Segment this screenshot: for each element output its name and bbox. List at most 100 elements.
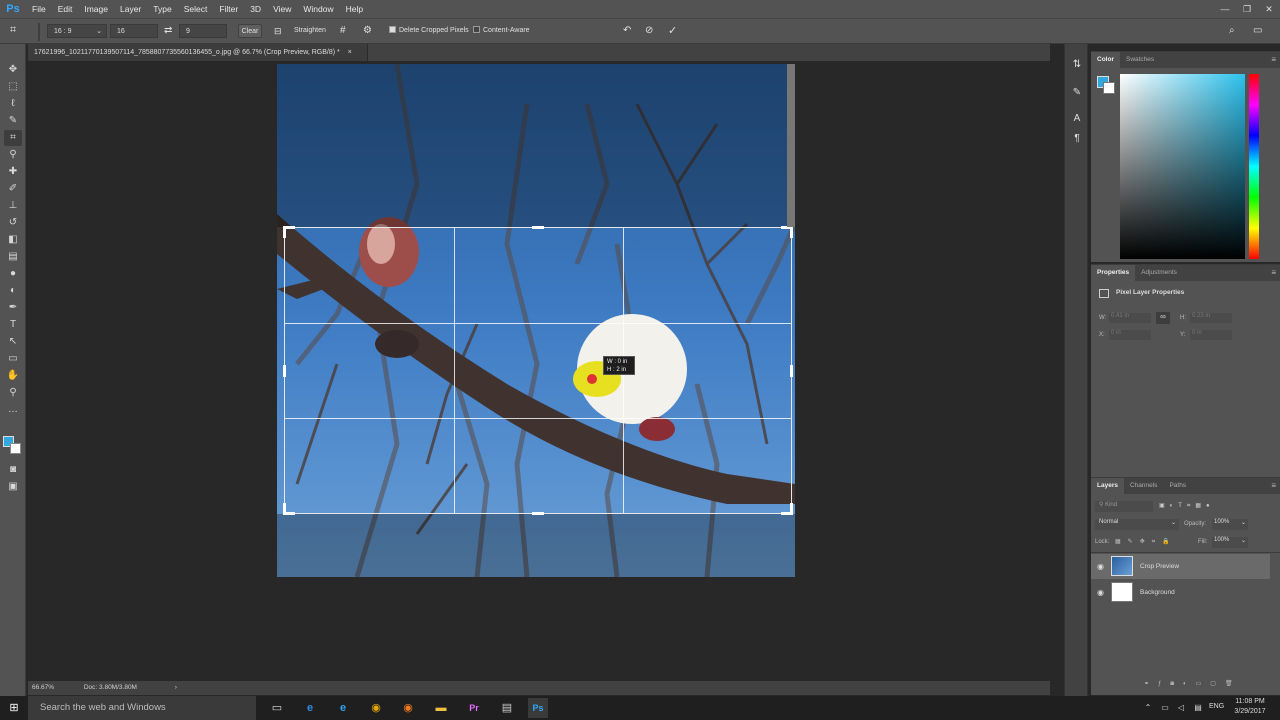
brush-panel-icon[interactable]: ✎ bbox=[1070, 86, 1084, 100]
eyedropper-tool-icon[interactable]: ⚲ bbox=[4, 147, 22, 163]
tab-paths[interactable]: Paths bbox=[1163, 478, 1192, 494]
link-icon[interactable]: ∞ bbox=[1156, 312, 1170, 324]
blur-tool-icon[interactable]: ● bbox=[4, 266, 22, 282]
dodge-tool-icon[interactable]: ◐ bbox=[4, 283, 22, 299]
task-view-icon[interactable]: ▭ bbox=[267, 698, 287, 718]
menu-filter[interactable]: Filter bbox=[213, 0, 244, 18]
notification-icon[interactable]: ▤ bbox=[1188, 698, 1208, 718]
character-panel-icon[interactable]: A bbox=[1070, 112, 1084, 126]
tab-swatches[interactable]: Swatches bbox=[1120, 52, 1160, 68]
crop-handle-top-left[interactable] bbox=[283, 226, 295, 238]
fill-field[interactable]: 100% ⌄ bbox=[1212, 537, 1248, 548]
content-aware-checkbox[interactable]: Content-Aware bbox=[473, 24, 533, 38]
pen-tool-icon[interactable]: ✒ bbox=[4, 300, 22, 316]
straighten-label[interactable]: Straighten bbox=[294, 24, 334, 38]
checkbox-icon[interactable] bbox=[473, 26, 480, 33]
crop-handle-bottom[interactable] bbox=[532, 512, 544, 515]
menu-file[interactable]: File bbox=[26, 0, 52, 18]
layer-filter-kind[interactable]: ⚲ Kind bbox=[1095, 501, 1153, 512]
hand-tool-icon[interactable]: ✋ bbox=[4, 368, 22, 384]
chrome-icon[interactable]: ◉ bbox=[366, 698, 386, 718]
workspace-icon[interactable]: ▭ bbox=[1253, 24, 1265, 38]
swap-icon[interactable]: ⇄ bbox=[164, 24, 176, 38]
panel-menu-icon[interactable]: ≡ bbox=[1271, 55, 1276, 64]
crop-handle-bottom-left[interactable] bbox=[283, 503, 295, 515]
brush-tool-icon[interactable]: ✐ bbox=[4, 181, 22, 197]
menu-type[interactable]: Type bbox=[147, 0, 177, 18]
straighten-icon[interactable]: ⊟ bbox=[274, 24, 286, 38]
tab-adjustments[interactable]: Adjustments bbox=[1135, 265, 1183, 281]
y-field[interactable]: 0 in bbox=[1190, 330, 1232, 340]
gradient-tool-icon[interactable]: ▤ bbox=[4, 249, 22, 265]
color-field[interactable] bbox=[1120, 74, 1245, 259]
reset-icon[interactable]: ↶ bbox=[623, 24, 635, 38]
hue-slider[interactable] bbox=[1249, 74, 1259, 259]
blend-mode-select[interactable]: Normal ⌄ bbox=[1095, 519, 1179, 530]
menu-3d[interactable]: 3D bbox=[244, 0, 267, 18]
quick-mask-icon[interactable]: ◙ bbox=[4, 462, 22, 478]
layer-actions-bar[interactable]: ⚭ƒ◙◐▭▢🗑 bbox=[1144, 680, 1242, 687]
menu-window[interactable]: Window bbox=[297, 0, 339, 18]
photoshop-taskbar-icon[interactable]: Ps bbox=[528, 698, 548, 718]
background-color-swatch[interactable] bbox=[1103, 82, 1115, 94]
delete-cropped-checkbox[interactable]: Delete Cropped Pixels bbox=[389, 24, 469, 38]
width-field[interactable]: 16 bbox=[110, 24, 158, 38]
ratio-select[interactable]: 16 : 9 ⌄ bbox=[47, 24, 107, 38]
tab-channels[interactable]: Channels bbox=[1124, 478, 1163, 494]
tab-layers[interactable]: Layers bbox=[1091, 478, 1124, 494]
history-brush-icon[interactable]: ↺ bbox=[4, 215, 22, 231]
close-icon[interactable]: ✕ bbox=[1258, 0, 1280, 18]
crop-tool-icon[interactable]: ⌗ bbox=[10, 23, 26, 37]
crop-handle-top[interactable] bbox=[532, 226, 544, 229]
status-menu-icon[interactable]: › bbox=[175, 684, 177, 691]
panel-menu-icon[interactable]: ≡ bbox=[1271, 268, 1276, 277]
menu-select[interactable]: Select bbox=[178, 0, 214, 18]
app-icon[interactable]: ▤ bbox=[497, 698, 517, 718]
search-icon[interactable]: ⌕ bbox=[1229, 24, 1241, 38]
marquee-tool-icon[interactable]: ⬚ bbox=[4, 79, 22, 95]
taskbar-search-box[interactable]: Search the web and Windows bbox=[28, 696, 256, 720]
commit-icon[interactable]: ✓ bbox=[668, 24, 680, 38]
overlay-grid-icon[interactable]: # bbox=[340, 24, 352, 38]
clock[interactable]: 11:08 PM 3/29/2017 bbox=[1230, 697, 1270, 717]
crop-handle-right[interactable] bbox=[790, 365, 793, 377]
menu-layer[interactable]: Layer bbox=[114, 0, 147, 18]
more-tools-icon[interactable]: … bbox=[4, 402, 22, 418]
height-field[interactable]: 9 bbox=[179, 24, 227, 38]
document-tab[interactable]: 17621996_10211770139507114_7858807735560… bbox=[28, 44, 368, 61]
internet-explorer-icon[interactable]: e bbox=[333, 698, 353, 718]
windows-start-icon[interactable]: ⊞ bbox=[4, 698, 24, 718]
screen-mode-icon[interactable]: ▣ bbox=[4, 479, 22, 495]
tab-color[interactable]: Color bbox=[1091, 52, 1120, 68]
zoom-level[interactable]: 66.67% bbox=[32, 684, 54, 691]
move-tool-icon[interactable]: ✥ bbox=[4, 62, 22, 78]
menu-edit[interactable]: Edit bbox=[52, 0, 79, 18]
quick-select-tool-icon[interactable]: ✎ bbox=[4, 113, 22, 129]
crop-handle-left[interactable] bbox=[283, 365, 286, 377]
type-tool-icon[interactable]: T bbox=[4, 317, 22, 333]
file-explorer-icon[interactable]: ▬ bbox=[431, 698, 451, 718]
rectangle-tool-icon[interactable]: ▭ bbox=[4, 351, 22, 367]
eraser-tool-icon[interactable]: ◧ bbox=[4, 232, 22, 248]
x-field[interactable]: 0 in bbox=[1109, 330, 1151, 340]
panel-menu-icon[interactable]: ≡ bbox=[1271, 481, 1276, 490]
crop-tool-icon[interactable]: ⌗ bbox=[4, 130, 22, 146]
language-indicator[interactable]: ENG bbox=[1209, 703, 1224, 710]
minimize-icon[interactable]: — bbox=[1214, 0, 1236, 18]
doc-size[interactable]: Doc: 3.80M/3.80M bbox=[84, 684, 137, 691]
restore-icon[interactable]: ❐ bbox=[1236, 0, 1258, 18]
history-panel-icon[interactable]: ⇅ bbox=[1070, 58, 1084, 72]
zoom-tool-icon[interactable]: ⚲ bbox=[4, 385, 22, 401]
layer-name[interactable]: Background bbox=[1140, 580, 1175, 605]
crop-handle-bottom-right[interactable] bbox=[781, 503, 793, 515]
crop-box[interactable] bbox=[283, 226, 793, 515]
opacity-field[interactable]: 100% ⌄ bbox=[1212, 519, 1248, 530]
gear-icon[interactable]: ⚙ bbox=[363, 24, 375, 38]
layer-name[interactable]: Crop Preview bbox=[1140, 554, 1179, 579]
edge-browser-icon[interactable]: e bbox=[300, 698, 320, 718]
path-select-icon[interactable]: ↖ bbox=[4, 334, 22, 350]
h-field[interactable]: 0.23 in bbox=[1190, 313, 1232, 323]
clear-button[interactable]: Clear bbox=[238, 24, 262, 38]
document-image[interactable]: W : 0 in H : 2 in bbox=[277, 64, 795, 577]
layer-filter-icons[interactable]: ▣◐T⌗▦● bbox=[1159, 502, 1215, 510]
